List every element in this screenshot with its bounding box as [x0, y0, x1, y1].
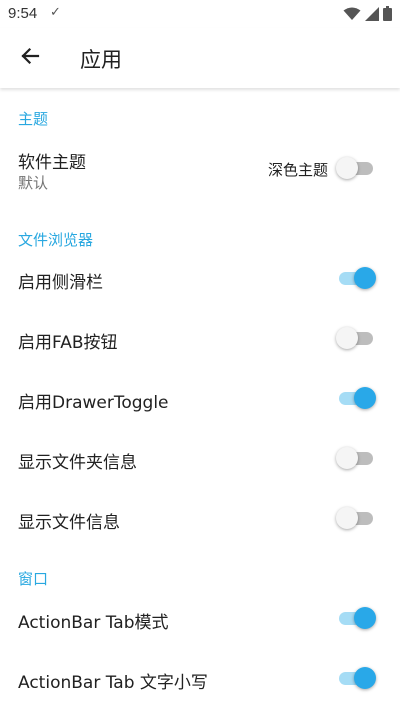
drawer-toggle-label: 启用DrawerToggle: [18, 393, 169, 413]
battery-icon: [383, 6, 392, 21]
section-header-window: 窗口: [18, 570, 49, 588]
theme-subtitle: 默认: [18, 174, 49, 192]
fab-toggle-label: 启用FAB按钮: [18, 333, 118, 353]
dark-theme-label: 深色主题: [267, 161, 328, 179]
wifi-icon: [343, 7, 361, 21]
fab-toggle-switch[interactable]: [336, 326, 376, 350]
section-header-theme: 主题: [18, 110, 49, 128]
section-header-file-browser: 文件浏览器: [18, 231, 94, 249]
drawer-toggle-row[interactable]: 启用DrawerToggle: [0, 368, 400, 428]
switch-thumb: [336, 327, 358, 349]
back-button[interactable]: [12, 40, 48, 76]
status-time: 9:54: [8, 5, 38, 22]
arrow-back-icon: [20, 46, 40, 70]
fab-toggle-row[interactable]: 启用FAB按钮: [0, 308, 400, 368]
actionbar-lowercase-switch[interactable]: [336, 666, 376, 690]
theme-title: 软件主题: [18, 153, 86, 173]
folder-info-row[interactable]: 显示文件夹信息: [0, 428, 400, 488]
switch-thumb: [354, 667, 376, 689]
sidebar-toggle-label: 启用侧滑栏: [18, 273, 103, 293]
switch-thumb: [336, 447, 358, 469]
file-info-row[interactable]: 显示文件信息: [0, 488, 400, 548]
theme-row[interactable]: 软件主题 默认 深色主题: [0, 136, 400, 200]
dark-theme-switch[interactable]: [336, 156, 376, 180]
file-info-switch[interactable]: [336, 506, 376, 530]
file-info-label: 显示文件信息: [18, 513, 120, 533]
actionbar-tab-switch[interactable]: [336, 606, 376, 630]
actionbar-tab-label: ActionBar Tab模式: [18, 613, 169, 633]
actionbar-lowercase-label: ActionBar Tab 文字小写: [18, 673, 208, 693]
switch-thumb: [354, 607, 376, 629]
drawer-toggle-switch[interactable]: [336, 386, 376, 410]
status-icons: [343, 6, 392, 21]
page-title: 应用: [80, 48, 122, 72]
switch-thumb: [336, 157, 358, 179]
sidebar-toggle-row[interactable]: 启用侧滑栏: [0, 248, 400, 308]
signal-icon: [365, 6, 379, 21]
switch-thumb: [354, 387, 376, 409]
folder-info-switch[interactable]: [336, 446, 376, 470]
actionbar-lowercase-row[interactable]: ActionBar Tab 文字小写: [0, 648, 400, 708]
sidebar-toggle-switch[interactable]: [336, 266, 376, 290]
switch-thumb: [354, 267, 376, 289]
check-icon: ✓: [50, 5, 61, 20]
switch-thumb: [336, 507, 358, 529]
actionbar-tab-row[interactable]: ActionBar Tab模式: [0, 588, 400, 648]
status-bar: 9:54 ✓: [0, 0, 400, 28]
folder-info-label: 显示文件夹信息: [18, 453, 137, 473]
app-bar: 应用: [0, 28, 400, 88]
